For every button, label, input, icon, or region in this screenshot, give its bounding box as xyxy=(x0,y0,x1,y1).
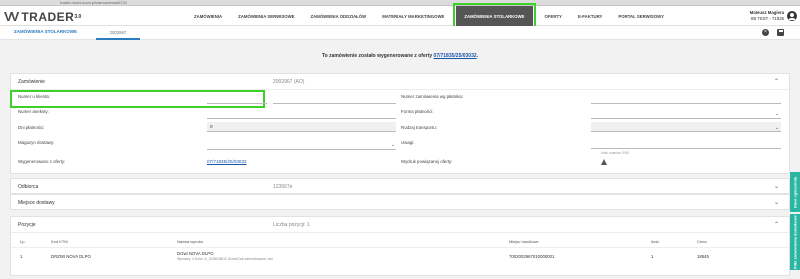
close-icon[interactable]: × xyxy=(762,29,769,36)
col-name[interactable]: Nazwa wyrobu xyxy=(177,239,203,244)
tab-order-number[interactable]: 2002967 xyxy=(96,26,140,40)
sub-navigation: ZAMÓWIENIA STOLARKOWE 2002967 × xyxy=(0,26,800,40)
offer-print-label: Wydruk powiązanej oferty: xyxy=(401,159,453,164)
positions-count: Liczba pozycji: 1 xyxy=(273,222,310,228)
payer-order-label: Numer zamówienia wg płatnika: xyxy=(401,94,463,99)
side-tab-extra-files[interactable]: Pliki zamówienia dodatkowe xyxy=(790,214,800,270)
notice-offer-link[interactable]: 07/71835/25/03032 xyxy=(434,53,477,59)
logo-text: TRADER xyxy=(21,9,75,24)
logo-version: 3.0 xyxy=(74,13,82,20)
positions-table-header: Lp. Kod KTM Nazwa wyrobu Miejsc handlowe… xyxy=(11,233,789,247)
row-ktm: DRZWI NOVA DLPO xyxy=(51,254,91,259)
chevron-down-icon[interactable]: ⌄ xyxy=(774,199,779,206)
app-logo[interactable]: VV TRADER 3.0 xyxy=(4,9,81,24)
payer-order-input[interactable] xyxy=(591,103,781,104)
menu-item-materialy-marketingowe[interactable]: MATERIAŁY MARKETINGOWE xyxy=(374,6,452,26)
client-number-label: Numer u klienta: xyxy=(18,94,50,99)
warehouse-label: Magazyn dostawy: xyxy=(18,140,55,145)
chevron-up-icon[interactable]: ⌃ xyxy=(774,78,779,85)
user-company: SB TEST - 71835 xyxy=(750,16,784,21)
warning-icon[interactable] xyxy=(601,159,607,165)
order-form: Numer u klienta: Numer zamówienia wg pła… xyxy=(10,90,789,185)
table-row[interactable]: 1 DRZWI NOVA DLPO Drzwi NOVA DLPO Wymiar… xyxy=(11,247,789,265)
highlight-box xyxy=(10,90,265,108)
chevron-down-icon[interactable]: ⌄ xyxy=(774,183,779,190)
logo-mark-icon: VV xyxy=(4,9,19,24)
row-qty: 1 xyxy=(651,254,654,259)
payment-days-label: Dni płatności: xyxy=(18,125,45,130)
row-name-sub: Wymiary: 4 Kolor: K_ODNIGBOZ Drzwi/Gab z… xyxy=(177,257,273,261)
order-card-header[interactable]: Zamówienie 2002967 (AO) ⌃ xyxy=(11,74,789,90)
positions-title: Pozycje xyxy=(18,222,36,228)
menu-item-zamowienia-stolarkowe[interactable]: ZAMÓWIENIA STOLARKOWE xyxy=(453,3,536,29)
row-price: 18545 xyxy=(697,254,709,259)
order-number: 2002967 (AO) xyxy=(273,79,305,85)
client-number-input[interactable] xyxy=(207,103,267,104)
order-card-title: Zamówienie xyxy=(18,79,45,85)
row-trade: 7002002967010000001 xyxy=(509,254,555,259)
remarks-hint: Ilość znaków: 0/50 xyxy=(601,151,629,155)
menu-item-zamowienia[interactable]: ZAMÓWIENIA xyxy=(186,6,230,26)
user-info: Mateusz Magiera SB TEST - 71835 xyxy=(750,10,784,22)
recipient-card: Odbiorca 123567e ⌄ xyxy=(10,178,790,194)
save-icon[interactable] xyxy=(777,29,784,36)
col-qty[interactable]: Ilość xyxy=(651,239,659,244)
section-title[interactable]: ZAMÓWIENIA STOLARKOWE xyxy=(14,29,77,36)
recipient-value: 123567e xyxy=(273,184,293,190)
col-price[interactable]: Cena xyxy=(697,239,707,244)
notice-text: To zamówienie zostało wygenerowane z ofe… xyxy=(321,53,433,59)
transport-select[interactable] xyxy=(591,122,781,132)
transport-label: Rodzaj transportu: xyxy=(401,125,437,130)
col-trade[interactable]: Miejsc handlowe xyxy=(509,239,539,244)
delivery-card: Miejsce dostawy ⌄ xyxy=(10,194,790,210)
payment-form-label: Forma płatności: xyxy=(401,109,434,114)
warehouse-select[interactable] xyxy=(207,149,396,150)
menu-item-portal-serwisowy[interactable]: PORTAL SERWISOWY xyxy=(610,6,672,26)
positions-card: Pozycje Liczba pozycji: 1 ⌃ Lp. Kod KTM … xyxy=(10,216,790,276)
positions-header[interactable]: Pozycje Liczba pozycji: 1 ⌃ xyxy=(11,217,789,233)
client-number-input-ext[interactable] xyxy=(273,103,396,104)
main-menu: ZAMÓWIENIA ZAMÓWIENIA SERWISOWE ZAMÓWIEN… xyxy=(186,3,672,29)
menu-item-zamowienia-oddzialow[interactable]: ZAMÓWIENIA ODDZIAŁÓW xyxy=(303,6,375,26)
side-tab-order-data[interactable]: Dane zgłoszenia xyxy=(790,172,800,212)
generated-notice: To zamówienie zostało wygenerowane z ofe… xyxy=(321,53,479,59)
row-name: Drzwi NOVA DLPO xyxy=(177,251,214,256)
order-card: Zamówienie 2002967 (AO) ⌃ Numer u klient… xyxy=(10,73,790,174)
delivery-title: Miejsce dostawy xyxy=(18,200,55,206)
payment-days-input[interactable]: 0 xyxy=(207,122,396,132)
account-icon[interactable] xyxy=(787,11,797,21)
menu-item-oferty[interactable]: OFERTY xyxy=(537,6,570,26)
top-navigation: VV TRADER 3.0 ZAMÓWIENIA ZAMÓWIENIA SERWI… xyxy=(0,3,800,29)
row-lp: 1 xyxy=(20,254,23,259)
remarks-input[interactable] xyxy=(591,148,781,149)
payment-days-value: 0 xyxy=(210,124,213,129)
chevron-down-icon[interactable]: ⌄ xyxy=(775,125,779,131)
recipient-title: Odbiorca xyxy=(18,184,39,190)
menu-item-e-faktury[interactable]: E-FAKTURY xyxy=(570,6,610,26)
col-ktm[interactable]: Kod KTM xyxy=(51,239,68,244)
col-lp[interactable]: Lp. xyxy=(20,239,26,244)
recipient-header[interactable]: Odbiorca 123567e ⌄ xyxy=(11,179,789,195)
payment-form-select[interactable] xyxy=(591,118,781,119)
delivery-header[interactable]: Miejsce dostawy ⌄ xyxy=(11,195,789,211)
remarks-label: Uwagi: xyxy=(401,140,415,145)
chevron-down-icon[interactable]: ⌄ xyxy=(775,111,779,117)
menu-item-zamowienia-serwisowe[interactable]: ZAMÓWIENIA SERWISOWE xyxy=(230,6,302,26)
supplements-label: Numer aneksty: xyxy=(18,109,49,114)
generated-from-link[interactable]: 07/71835/25/03032 xyxy=(207,159,247,164)
chevron-down-icon[interactable]: ⌄ xyxy=(391,142,395,148)
generated-from-label: Wygenerowano z oferty: xyxy=(18,159,66,164)
supplements-input[interactable] xyxy=(207,118,396,119)
browser-url[interactable]: trader.drzwi-nova.pl/zamowienia/6741 xyxy=(60,0,127,5)
chevron-up-icon[interactable]: ⌃ xyxy=(774,221,779,228)
